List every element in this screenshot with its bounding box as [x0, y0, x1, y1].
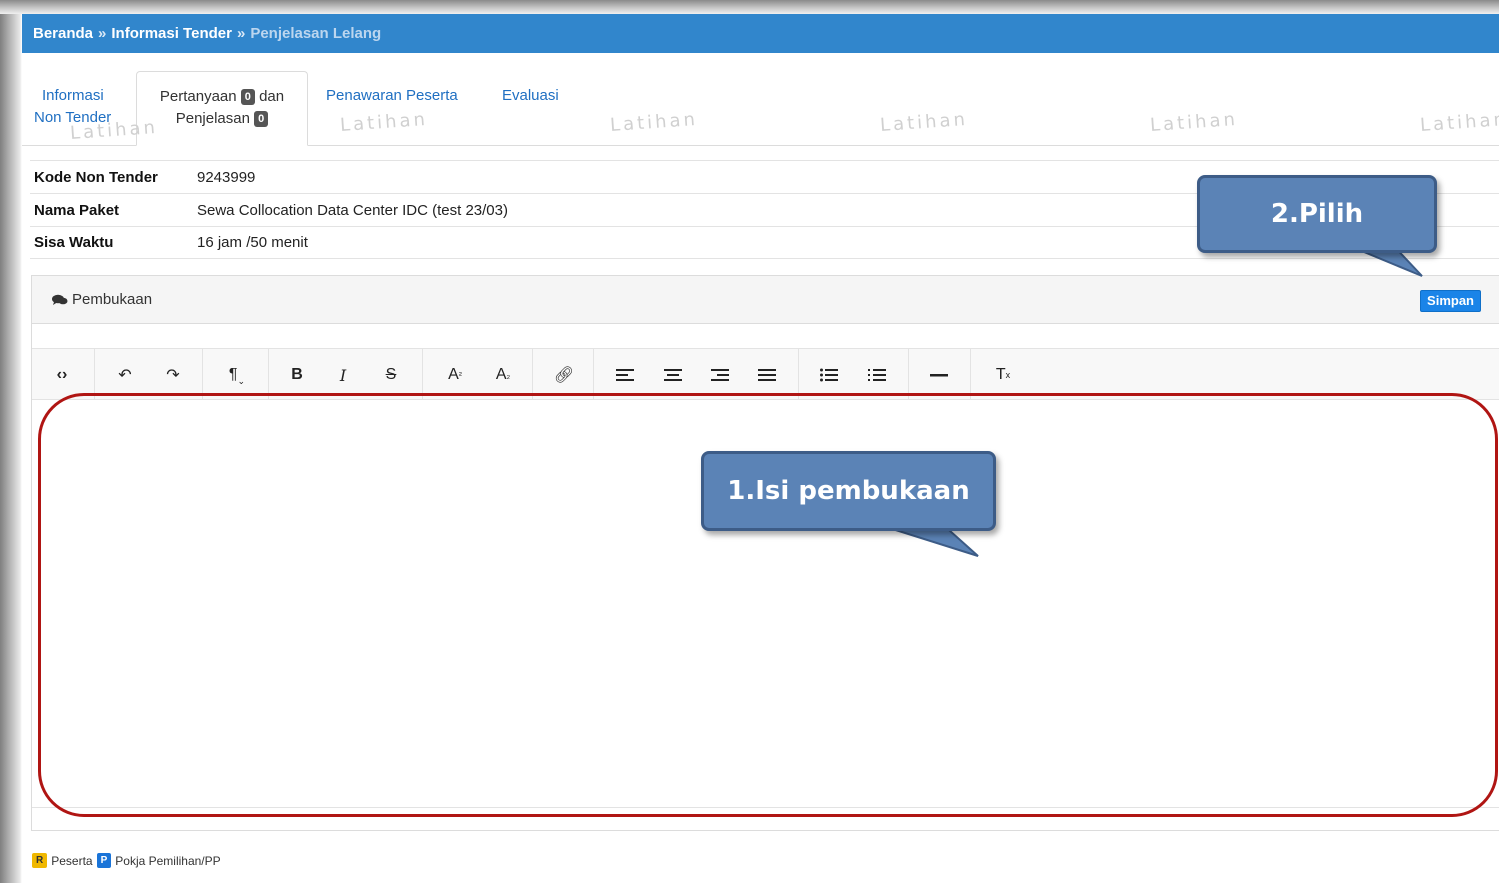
tab-pertanyaan-penjelasan[interactable]: Pertanyaan 0 dan Penjelasan 0 [136, 71, 308, 146]
peserta-legend-label: Peserta [51, 853, 93, 868]
tab-evaluasi[interactable]: Evaluasi [502, 85, 559, 160]
breadcrumb-current: Penjelasan Lelang [250, 25, 382, 42]
kode-label: Kode Non Tender [34, 168, 158, 186]
pokja-legend-label: Pokja Pemilihan/PP [115, 853, 221, 868]
tab-label-dan: dan [259, 88, 285, 105]
breadcrumb-home[interactable]: Beranda [33, 25, 93, 42]
sisa-label: Sisa Waktu [34, 234, 114, 251]
breadcrumb-tender[interactable]: Informasi Tender [111, 25, 232, 42]
breadcrumb: Beranda » Informasi Tender » Penjelasan … [22, 14, 1499, 53]
tab-bar: Informasi Non Tender Pertanyaan 0 dan Pe… [22, 71, 1499, 146]
explanation-count-badge: 0 [254, 111, 269, 128]
peserta-badge: R [32, 853, 48, 868]
tab-label-penjelasan: Penjelasan [175, 110, 250, 127]
comments-icon [52, 294, 68, 305]
sisa-value: 16 jam /50 menit [197, 234, 308, 251]
breadcrumb-separator: » [98, 25, 107, 42]
tab-label-pertanyaan: Pertanyaan [159, 88, 237, 105]
nama-value: Sewa Collocation Data Center IDC (test 2… [197, 201, 508, 219]
tab-label-line1: Informasi [42, 87, 104, 104]
window-shadow-top [0, 0, 1499, 14]
nama-label: Nama Paket [34, 201, 120, 219]
panel-title: Pembukaan [72, 291, 153, 308]
question-count-badge: 0 [240, 89, 255, 106]
save-button[interactable]: Simpan [1420, 290, 1481, 312]
pokja-badge: P [96, 853, 112, 868]
kode-value: 9243999 [197, 168, 256, 186]
callout-isi-pembukaan: 1.Isi pembukaan [701, 451, 996, 531]
role-legend: R Peserta P Pokja Pemilihan/PP [32, 853, 221, 868]
panel-header: Pembukaan Simpan [32, 276, 1499, 324]
breadcrumb-separator: » [236, 25, 246, 42]
window-shadow [0, 0, 22, 883]
callout-pilih: 2.Pilih [1197, 175, 1437, 253]
